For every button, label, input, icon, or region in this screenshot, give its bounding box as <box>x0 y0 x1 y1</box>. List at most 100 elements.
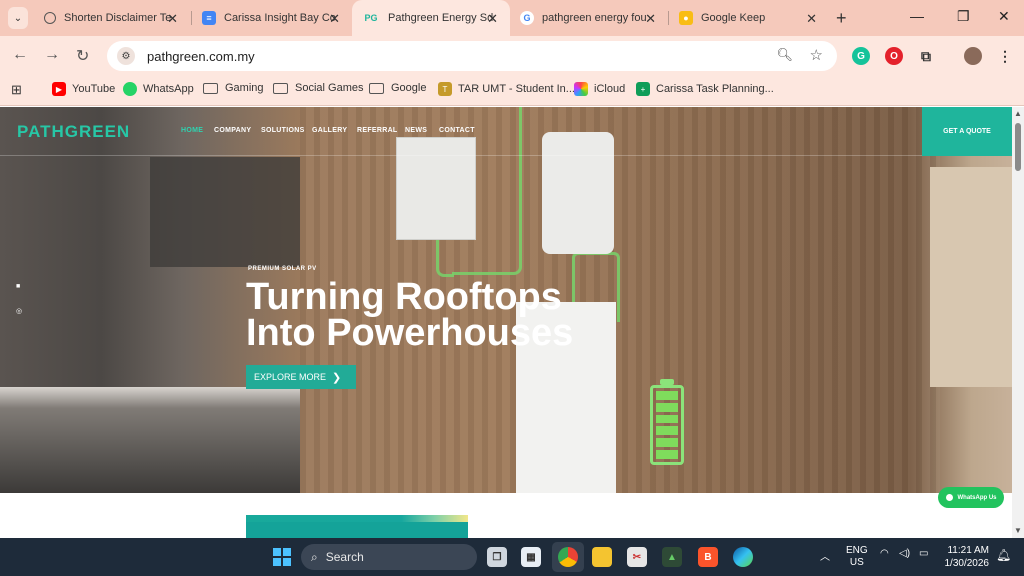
reload-icon[interactable]: ↻ <box>76 46 89 66</box>
hero-headline: Turning Rooftops Into Powerhouses <box>246 276 666 352</box>
forward-arrow-icon[interactable]: → <box>44 46 60 64</box>
taskbar-search-box[interactable]: ⌕ Search <box>301 544 477 570</box>
battery-icon <box>650 385 684 465</box>
page-viewport: PATHGREEN HOME COMPANY SOLUTIONS GALLERY… <box>0 107 1012 538</box>
bookmark-folder-gaming[interactable]: Gaming <box>203 82 264 94</box>
tab-search-button[interactable]: ⌄ <box>8 7 28 29</box>
language-indicator[interactable]: ENG US <box>846 545 868 569</box>
hero-headline-line-1: Turning Rooftops <box>246 276 562 318</box>
instagram-icon[interactable]: ◎ <box>16 307 22 315</box>
tab-4[interactable]: G pathgreen energy fou ✕ <box>510 0 668 36</box>
bookmark-tarumt[interactable]: T TAR UMT - Student In... <box>438 82 575 96</box>
nav-solutions[interactable]: SOLUTIONS <box>261 127 305 134</box>
get-a-quote-button[interactable]: GET A QUOTE <box>922 107 1012 156</box>
notification-bell-icon[interactable]: 🔔︎ <box>996 548 1011 562</box>
system-clock[interactable]: 11:21 AM 1/30/2026 <box>944 544 990 570</box>
nav-company[interactable]: COMPANY <box>214 127 251 134</box>
microsoft-store-icon[interactable]: ▦ <box>521 547 541 567</box>
more-menu-icon[interactable]: ⋮ <box>996 47 1014 65</box>
whatsapp-us-label: WhatsApp Us <box>957 494 997 501</box>
nav-gallery[interactable]: GALLERY <box>312 127 347 134</box>
search-placeholder: Search <box>325 550 364 564</box>
close-icon[interactable]: ✕ <box>329 11 340 27</box>
bookmark-label: Gaming <box>225 82 264 94</box>
folder-icon <box>203 82 218 94</box>
google-sheets-icon: + <box>636 82 650 96</box>
battery-status-icon[interactable]: ▭ <box>919 548 928 559</box>
bookmark-label: TAR UMT - Student In... <box>458 83 575 95</box>
bookmark-label: YouTube <box>72 83 116 95</box>
extensions-puzzle-icon[interactable]: ⧉ <box>917 47 935 65</box>
back-arrow-icon[interactable]: ← <box>12 46 28 64</box>
bookmarks-bar: ⊞ ▶ YouTube WhatsApp Gaming Social Games … <box>0 76 1024 106</box>
chatgpt-icon <box>44 12 56 24</box>
bookmark-icloud[interactable]: iCloud <box>574 82 625 96</box>
close-icon[interactable]: ✕ <box>806 11 817 27</box>
google-docs-icon: ≡ <box>202 11 216 25</box>
nav-news[interactable]: NEWS <box>405 127 427 134</box>
whatsapp-us-button[interactable]: WhatsApp Us <box>938 487 1004 508</box>
zoom-magnifier-icon[interactable]: 🔍︎ <box>776 47 793 63</box>
scroll-up-icon[interactable]: ▲ <box>1014 109 1022 118</box>
tab-1[interactable]: Shorten Disclaimer Te ✕ <box>34 0 190 36</box>
chevron-down-icon: ⌄ <box>13 12 23 24</box>
page-scrollbar[interactable]: ▲ ▼ <box>1012 107 1024 538</box>
restore-icon[interactable]: ❐ <box>957 8 970 25</box>
google-keep-icon: ● <box>679 11 693 25</box>
minimize-icon[interactable]: — <box>910 8 924 24</box>
window-close-icon[interactable]: ✕ <box>998 8 1010 25</box>
hero-window <box>930 167 1012 387</box>
volume-icon[interactable]: ◁) <box>899 548 910 559</box>
bookmark-folder-google[interactable]: Google <box>369 82 426 94</box>
explore-more-label: EXPLORE MORE <box>254 372 327 382</box>
bookmark-folder-social-games[interactable]: Social Games <box>273 82 363 94</box>
opera-icon[interactable]: O <box>885 47 903 65</box>
address-bar[interactable]: ⚙ pathgreen.com.my 🔍︎ ☆ <box>107 41 837 71</box>
site-info-icon[interactable]: ⚙ <box>117 47 135 65</box>
brave-icon[interactable]: B <box>698 547 718 567</box>
nav-contact[interactable]: CONTACT <box>439 127 475 134</box>
google-icon: G <box>520 11 534 25</box>
task-view-icon[interactable]: ❐ <box>487 547 507 567</box>
bookmark-label: Social Games <box>295 82 364 94</box>
bookmark-youtube[interactable]: ▶ YouTube <box>52 82 115 96</box>
tray-overflow-chevron-icon[interactable]: ︿ <box>820 548 830 563</box>
tab-3-active[interactable]: PG Pathgreen Energy Sdn ✕ <box>352 0 510 36</box>
facebook-icon[interactable]: ■ <box>16 283 20 290</box>
chrome-icon[interactable] <box>558 547 578 567</box>
file-explorer-icon[interactable] <box>592 547 612 567</box>
grammarly-icon[interactable]: G <box>852 47 870 65</box>
app-green-icon[interactable]: ▲ <box>662 547 682 567</box>
close-icon[interactable]: ✕ <box>645 11 656 27</box>
new-tab-plus-icon[interactable]: + <box>836 8 847 29</box>
section-card-top <box>246 522 468 538</box>
browser-toolbar: ← → ↻ ⚙ pathgreen.com.my 🔍︎ ☆ G O ⧉ ⋮ <box>0 36 1024 76</box>
apps-grid-icon[interactable]: ⊞ <box>11 82 22 98</box>
site-logo[interactable]: PATHGREEN <box>17 122 130 142</box>
scroll-down-icon[interactable]: ▼ <box>1014 526 1022 535</box>
pathgreen-icon: PG <box>364 13 378 23</box>
url-text[interactable]: pathgreen.com.my <box>147 49 255 64</box>
bookmark-whatsapp[interactable]: WhatsApp <box>123 82 194 96</box>
wifi-icon[interactable]: ◠ <box>880 548 889 559</box>
bookmark-label: WhatsApp <box>143 83 194 95</box>
clock-time: 11:21 AM <box>947 545 989 556</box>
tab-2[interactable]: ≡ Carissa Insight Bay Co ✕ <box>192 0 352 36</box>
tab-5[interactable]: ● Google Keep ✕ <box>669 0 829 36</box>
nav-home[interactable]: HOME <box>181 127 203 134</box>
bookmark-star-icon[interactable]: ☆ <box>810 46 823 64</box>
scroll-thumb[interactable] <box>1015 123 1021 171</box>
close-icon[interactable]: ✕ <box>487 11 498 27</box>
tab-title: Carissa Insight Bay Co <box>224 12 336 24</box>
profile-avatar[interactable] <box>964 47 982 65</box>
tab-title: Shorten Disclaimer Te <box>64 12 172 24</box>
site-header: PATHGREEN HOME COMPANY SOLUTIONS GALLERY… <box>0 107 1012 156</box>
explore-more-button[interactable]: EXPLORE MORE ❯ <box>246 365 356 389</box>
icloud-icon <box>574 82 588 96</box>
snipping-tool-icon[interactable]: ✂ <box>627 547 647 567</box>
windows-start-icon[interactable] <box>273 548 291 566</box>
edge-icon[interactable] <box>733 547 753 567</box>
nav-referral[interactable]: REFERRAL <box>357 127 398 134</box>
bookmark-carissa-task[interactable]: + Carissa Task Planning... <box>636 82 774 96</box>
close-icon[interactable]: ✕ <box>167 11 178 27</box>
